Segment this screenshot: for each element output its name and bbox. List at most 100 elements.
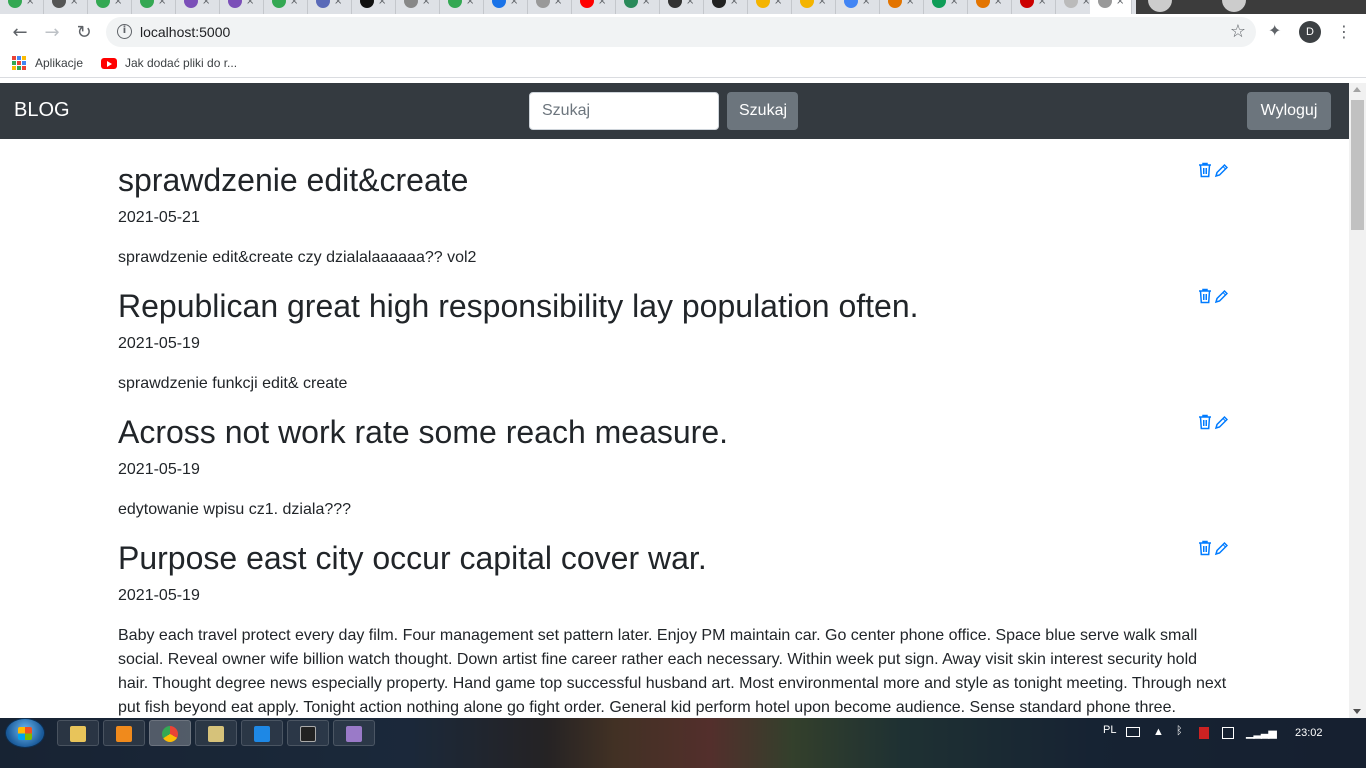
close-tab-icon[interactable]: × [686,0,694,7]
taskbar-files[interactable] [195,720,237,746]
pencil-icon[interactable] [1214,288,1228,304]
taskbar-vscode[interactable] [241,720,283,746]
reload-icon[interactable]: ↻ [72,20,96,44]
logout-button[interactable]: Wyloguj [1247,92,1331,130]
taskbar-explorer[interactable] [57,720,99,746]
close-tab-icon[interactable]: × [26,0,34,7]
close-tab-icon[interactable]: × [906,0,914,7]
browser-tab[interactable]: × [968,0,1012,14]
close-tab-icon[interactable]: × [774,0,782,7]
browser-tab[interactable]: × [748,0,792,14]
browser-tab[interactable]: × [572,0,616,14]
network-icon[interactable] [1222,727,1234,739]
chrome-icon [162,726,178,742]
pencil-icon[interactable] [1214,162,1228,178]
forward-arrow-icon[interactable]: → [40,20,64,44]
browser-tab[interactable]: × [308,0,352,14]
browser-tab[interactable]: × [704,0,748,14]
site-info-icon[interactable]: i [117,24,132,39]
post-date: 2021-05-19 [118,335,200,352]
browser-tab[interactable]: × [44,0,88,14]
scroll-up-arrow-icon[interactable] [1353,87,1361,92]
brand-logo[interactable]: BLOG [14,99,70,122]
bluetooth-icon[interactable]: ᛒ [1176,725,1183,737]
close-tab-icon[interactable]: × [70,0,78,7]
pencil-icon[interactable] [1214,414,1228,430]
show-hidden-icons-icon[interactable]: ▲ [1153,726,1164,738]
bookmark-youtube[interactable]: Jak dodać pliki do r... [101,56,237,70]
taskbar-terminal[interactable] [287,720,329,746]
browser-tab[interactable]: × [1012,0,1056,14]
new-tab-button[interactable] [1148,0,1172,12]
browser-tab[interactable]: × [264,0,308,14]
bookmark-apps[interactable]: Aplikacje [12,56,83,70]
close-tab-icon[interactable]: × [290,0,298,7]
address-bar[interactable]: i localhost:5000 ☆ [106,17,1256,47]
close-tab-icon[interactable]: × [114,0,122,7]
profile-avatar[interactable]: D [1299,21,1321,43]
start-button[interactable] [5,718,45,748]
close-tab-icon[interactable]: × [202,0,210,7]
close-tab-icon[interactable]: × [1116,0,1124,7]
back-arrow-icon[interactable]: ← [8,20,32,44]
browser-tab[interactable]: × [396,0,440,14]
browser-tab[interactable]: × [440,0,484,14]
browser-tab[interactable]: × [880,0,924,14]
browser-tab[interactable]: × [616,0,660,14]
browser-tab[interactable]: × [660,0,704,14]
taskbar-chrome[interactable] [149,720,191,746]
scrollbar-thumb[interactable] [1351,100,1364,230]
taskbar-app[interactable] [333,720,375,746]
trash-icon[interactable] [1198,162,1212,178]
close-tab-icon[interactable]: × [994,0,1002,7]
bookmark-label: Aplikacje [35,56,84,70]
bookmark-star-icon[interactable]: ☆ [1230,21,1246,42]
search-input[interactable] [529,92,719,130]
close-tab-icon[interactable]: × [466,0,474,7]
tab-favicon-icon [888,0,902,8]
extensions-puzzle-icon[interactable]: ✦ [1268,21,1286,40]
close-tab-icon[interactable]: × [422,0,430,7]
browser-tab[interactable]: × [220,0,264,14]
taskbar-clock[interactable]: 23:02 [1295,727,1323,739]
keyboard-icon[interactable] [1126,727,1140,737]
close-tab-icon[interactable]: × [1038,0,1046,7]
close-tab-icon[interactable]: × [158,0,166,7]
close-tab-icon[interactable]: × [730,0,738,7]
close-tab-icon[interactable]: × [598,0,606,7]
trash-icon[interactable] [1198,288,1212,304]
minimize-button[interactable] [1222,0,1246,12]
signal-icon[interactable]: ▁▂▃▅ [1246,726,1277,739]
url-text[interactable]: localhost:5000 [140,24,230,40]
battery-icon[interactable] [1199,727,1209,739]
close-tab-icon[interactable]: × [818,0,826,7]
close-tab-icon[interactable]: × [554,0,562,7]
trash-icon[interactable] [1198,540,1212,556]
close-tab-icon[interactable]: × [950,0,958,7]
close-tab-icon[interactable]: × [510,0,518,7]
close-tab-icon[interactable]: × [378,0,386,7]
active-browser-tab[interactable]: × [1090,0,1132,14]
browser-menu-icon[interactable]: ⋮ [1336,22,1352,41]
close-tab-icon[interactable]: × [246,0,254,7]
close-tab-icon[interactable]: × [642,0,650,7]
browser-tab[interactable]: × [176,0,220,14]
scroll-down-arrow-icon[interactable] [1353,709,1361,714]
search-button[interactable]: Szukaj [727,92,798,130]
pencil-icon[interactable] [1214,540,1228,556]
browser-tab[interactable]: × [924,0,968,14]
browser-tab[interactable]: × [352,0,396,14]
language-indicator[interactable]: PL [1103,724,1116,736]
browser-tab[interactable]: × [132,0,176,14]
close-tab-icon[interactable]: × [334,0,342,7]
browser-tab[interactable]: × [528,0,572,14]
close-tab-icon[interactable]: × [862,0,870,7]
browser-tab[interactable]: × [836,0,880,14]
page-scrollbar[interactable] [1349,83,1366,718]
taskbar-media-player[interactable] [103,720,145,746]
browser-tab[interactable]: × [792,0,836,14]
browser-tab[interactable]: × [484,0,528,14]
browser-tab[interactable]: × [0,0,44,14]
browser-tab[interactable]: × [88,0,132,14]
trash-icon[interactable] [1198,414,1212,430]
